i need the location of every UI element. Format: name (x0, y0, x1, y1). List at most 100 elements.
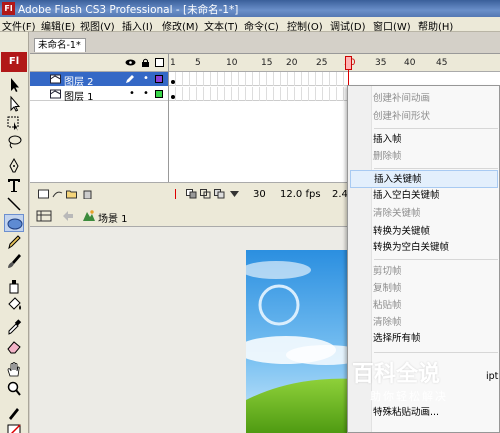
selection-tool-icon[interactable] (4, 76, 24, 94)
menu-item-create-motion-tween[interactable]: 创建补间动画 (373, 90, 430, 108)
menu-item-insert-keyframe[interactable]: 插入关键帧 (350, 170, 498, 188)
layer-row-2[interactable]: 图层 2 • (30, 72, 500, 88)
watermark-title: 百科全说 (352, 362, 441, 387)
watermark: 百科全说 助你轻松解决 (352, 356, 476, 408)
timeline-toggle-icon[interactable] (36, 209, 52, 223)
menu-window[interactable]: 窗口(W) (373, 18, 411, 33)
frame-number: 40 (404, 58, 416, 68)
menu-item-copy-motion-as3[interactable]: ipt 3.0 (486, 368, 500, 386)
fill-color-icon[interactable] (4, 422, 24, 433)
add-guide-icon[interactable] (52, 189, 63, 199)
frame-rate: 12.0 fps (280, 189, 321, 200)
frame-number: 15 (261, 58, 273, 68)
layer-color-swatch[interactable] (155, 90, 163, 98)
new-folder-icon[interactable] (66, 189, 77, 199)
visible-dot[interactable]: • (143, 73, 149, 84)
layer-frames[interactable] (169, 87, 349, 101)
tools-panel: Fl (0, 32, 29, 433)
window-title: Adobe Flash CS3 Professional - [未命名-1*] (18, 4, 239, 16)
frame-number: 25 (316, 58, 328, 68)
lock-icon[interactable] (140, 57, 151, 68)
hand-tool-icon[interactable] (4, 361, 24, 379)
frame-number: 10 (226, 58, 238, 68)
menu-separator (374, 128, 498, 129)
scene-icon (83, 210, 95, 221)
eraser-tool-icon[interactable] (4, 337, 24, 355)
free-transform-tool-icon[interactable] (4, 114, 24, 132)
new-layer-icon[interactable] (38, 189, 49, 199)
back-arrow-icon[interactable] (62, 210, 74, 222)
menu-separator (374, 352, 498, 353)
menu-commands[interactable]: 命令(C) (244, 18, 279, 33)
oval-tool-icon[interactable] (4, 214, 24, 232)
frame-number: 20 (286, 58, 298, 68)
edit-multiple-icon[interactable] (214, 189, 225, 199)
menu-help[interactable]: 帮助(H) (418, 18, 453, 33)
layer-name: 图层 1 (64, 92, 94, 103)
trash-icon[interactable] (82, 189, 93, 199)
layer-name: 图层 2 (64, 77, 94, 88)
menu-item-create-shape-tween[interactable]: 创建补间形状 (373, 108, 430, 126)
brush-tool-icon[interactable] (4, 252, 24, 270)
keyframe-dot[interactable] (171, 80, 175, 84)
menu-item-copy-frames[interactable]: 复制帧 (373, 280, 402, 298)
zoom-tool-icon[interactable] (4, 380, 24, 398)
menu-separator (374, 259, 498, 260)
menu-item-clear-keyframe[interactable]: 清除关键帧 (373, 205, 421, 223)
title-bar: Fl Adobe Flash CS3 Professional - [未命名-1… (0, 0, 500, 17)
frame-number: 45 (436, 58, 448, 68)
keyframe-dot[interactable] (171, 95, 175, 99)
menu-item-insert-blank-keyframe[interactable]: 插入空白关键帧 (373, 187, 440, 205)
menu-modify[interactable]: 修改(M) (162, 18, 198, 33)
menu-separator (374, 168, 498, 169)
current-frame: 30 (253, 189, 266, 200)
menu-item-paste-frames[interactable]: 粘贴帧 (373, 297, 402, 315)
pen-tool-icon[interactable] (4, 157, 24, 175)
menu-text[interactable]: 文本(T) (204, 18, 238, 33)
menu-view[interactable]: 视图(V) (80, 18, 115, 33)
subselection-tool-icon[interactable] (4, 95, 24, 113)
frame-number: 35 (375, 58, 387, 68)
lasso-tool-icon[interactable] (4, 133, 24, 151)
lock-dot[interactable]: • (143, 88, 149, 99)
menu-item-cut-frames[interactable]: 剪切帧 (373, 263, 402, 281)
eye-icon[interactable] (125, 57, 136, 68)
paint-bucket-tool-icon[interactable] (4, 296, 24, 314)
outline-icon[interactable] (154, 57, 165, 68)
visible-dot[interactable]: • (129, 88, 135, 99)
ink-bottle-tool-icon[interactable] (4, 277, 24, 295)
pencil-tool-icon[interactable] (4, 233, 24, 251)
onion-skin-icon[interactable] (186, 189, 197, 199)
eyedropper-tool-icon[interactable] (4, 318, 24, 336)
menu-file[interactable]: 文件(F) (2, 18, 36, 33)
layer-color-swatch[interactable] (155, 75, 163, 83)
pencil-edit-icon (126, 75, 134, 83)
text-tool-icon[interactable] (4, 176, 24, 194)
flash-logo: Fl (1, 52, 27, 72)
menu-edit[interactable]: 编辑(E) (41, 18, 75, 33)
flash-app-icon: Fl (2, 2, 15, 15)
menu-control[interactable]: 控制(O) (287, 18, 323, 33)
layer-name-cell[interactable]: 图层 2 • (30, 72, 168, 88)
document-tab[interactable]: 未命名-1* (34, 38, 86, 52)
scene-label[interactable]: 场景 1 (98, 210, 128, 225)
menu-item-convert-to-blank-keyframes[interactable]: 转换为空白关键帧 (373, 239, 449, 257)
menu-bar: 文件(F) 编辑(E) 视图(V) 插入(I) 修改(M) 文本(T) 命令(C… (0, 17, 500, 33)
layer-icon (50, 74, 61, 84)
menu-insert[interactable]: 插入(I) (122, 18, 153, 33)
menu-debug[interactable]: 调试(D) (330, 18, 366, 33)
stroke-color-icon[interactable] (4, 404, 24, 422)
menu-item-select-all-frames[interactable]: 选择所有帧 (373, 330, 421, 348)
watermark-subtitle: 助你轻松解决 (370, 390, 448, 403)
onion-outlines-icon[interactable] (200, 189, 211, 199)
modify-markers-icon[interactable] (229, 189, 240, 199)
menu-item-remove-frames[interactable]: 删除帧 (373, 148, 402, 166)
line-tool-icon[interactable] (4, 195, 24, 213)
center-frame-icon[interactable] (170, 189, 181, 199)
timeline-header: 1 5 10 15 20 25 30 35 40 45 (30, 54, 500, 72)
layer-icon (50, 89, 61, 99)
frame-number: 1 (170, 58, 176, 68)
menu-item-insert-frame[interactable]: 插入帧 (373, 131, 402, 149)
layer-frames[interactable] (169, 72, 349, 86)
layer-name-cell[interactable]: 图层 1 • • (30, 87, 168, 103)
